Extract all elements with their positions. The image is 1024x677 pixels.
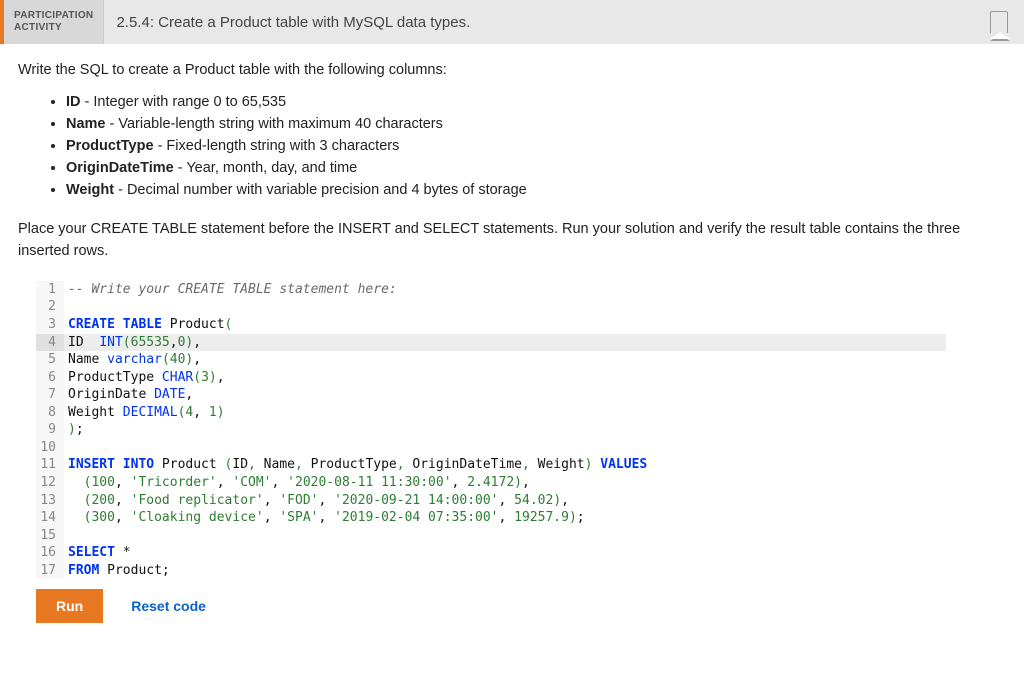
column-spec-list: ID - Integer with range 0 to 65,535 Name… bbox=[18, 94, 1006, 198]
code-content[interactable] bbox=[64, 527, 76, 545]
code-line[interactable]: 7OriginDate DATE, bbox=[36, 386, 946, 404]
code-line[interactable]: 17FROM Product; bbox=[36, 562, 946, 580]
code-content[interactable]: ProductType CHAR(3), bbox=[64, 369, 225, 387]
code-line[interactable]: 12 (100, 'Tricorder', 'COM', '2020-08-11… bbox=[36, 474, 946, 492]
code-content[interactable]: (200, 'Food replicator', 'FOD', '2020-09… bbox=[64, 492, 569, 510]
code-content[interactable]: (100, 'Tricorder', 'COM', '2020-08-11 11… bbox=[64, 474, 530, 492]
bookmark-icon bbox=[990, 11, 1008, 33]
line-number: 12 bbox=[36, 474, 64, 492]
run-button[interactable]: Run bbox=[36, 589, 103, 623]
list-item: Name - Variable-length string with maxim… bbox=[66, 116, 1006, 132]
line-number: 6 bbox=[36, 369, 64, 387]
line-number: 7 bbox=[36, 386, 64, 404]
line-number: 1 bbox=[36, 281, 64, 299]
code-line[interactable]: 14 (300, 'Cloaking device', 'SPA', '2019… bbox=[36, 509, 946, 527]
action-bar: Run Reset code bbox=[36, 589, 1006, 623]
line-number: 16 bbox=[36, 544, 64, 562]
list-item: Weight - Decimal number with variable pr… bbox=[66, 182, 1006, 198]
activity-title: 2.5.4: Create a Product table with MySQL… bbox=[104, 0, 974, 44]
line-number: 3 bbox=[36, 316, 64, 334]
code-line[interactable]: 16SELECT * bbox=[36, 544, 946, 562]
bookmark-button[interactable] bbox=[974, 0, 1024, 44]
code-editor[interactable]: 1-- Write your CREATE TABLE statement he… bbox=[36, 281, 946, 579]
code-content[interactable]: CREATE TABLE Product( bbox=[64, 316, 232, 334]
line-number: 13 bbox=[36, 492, 64, 510]
code-line[interactable]: 3CREATE TABLE Product( bbox=[36, 316, 946, 334]
code-content[interactable]: FROM Product; bbox=[64, 562, 170, 580]
code-content[interactable]: INSERT INTO Product (ID, Name, ProductTy… bbox=[64, 456, 647, 474]
code-content[interactable]: ID INT(65535,0), bbox=[64, 334, 201, 352]
badge-line2: ACTIVITY bbox=[14, 22, 93, 34]
code-content[interactable] bbox=[64, 439, 76, 457]
activity-content: Write the SQL to create a Product table … bbox=[0, 44, 1024, 641]
line-number: 2 bbox=[36, 298, 64, 316]
line-number: 14 bbox=[36, 509, 64, 527]
line-number: 9 bbox=[36, 421, 64, 439]
list-item: ID - Integer with range 0 to 65,535 bbox=[66, 94, 1006, 110]
code-content[interactable]: Name varchar(40), bbox=[64, 351, 201, 369]
code-line[interactable]: 6ProductType CHAR(3), bbox=[36, 369, 946, 387]
code-line[interactable]: 10 bbox=[36, 439, 946, 457]
activity-badge: PARTICIPATION ACTIVITY bbox=[4, 0, 104, 44]
code-content[interactable]: OriginDate DATE, bbox=[64, 386, 193, 404]
code-line[interactable]: 4ID INT(65535,0), bbox=[36, 334, 946, 352]
code-line[interactable]: 8Weight DECIMAL(4, 1) bbox=[36, 404, 946, 422]
code-line[interactable]: 11INSERT INTO Product (ID, Name, Product… bbox=[36, 456, 946, 474]
line-number: 17 bbox=[36, 562, 64, 580]
code-content[interactable]: ); bbox=[64, 421, 84, 439]
line-number: 5 bbox=[36, 351, 64, 369]
reset-code-link[interactable]: Reset code bbox=[131, 598, 206, 614]
code-line[interactable]: 9); bbox=[36, 421, 946, 439]
code-line[interactable]: 13 (200, 'Food replicator', 'FOD', '2020… bbox=[36, 492, 946, 510]
line-number: 15 bbox=[36, 527, 64, 545]
code-line[interactable]: 2 bbox=[36, 298, 946, 316]
prompt-explain: Place your CREATE TABLE statement before… bbox=[18, 218, 1006, 263]
line-number: 8 bbox=[36, 404, 64, 422]
code-content[interactable]: Weight DECIMAL(4, 1) bbox=[64, 404, 225, 422]
activity-header: PARTICIPATION ACTIVITY 2.5.4: Create a P… bbox=[0, 0, 1024, 44]
code-content[interactable]: SELECT * bbox=[64, 544, 131, 562]
code-content[interactable]: -- Write your CREATE TABLE statement her… bbox=[64, 281, 397, 299]
code-content[interactable]: (300, 'Cloaking device', 'SPA', '2019-02… bbox=[64, 509, 585, 527]
line-number: 10 bbox=[36, 439, 64, 457]
line-number: 4 bbox=[36, 334, 64, 352]
code-line[interactable]: 15 bbox=[36, 527, 946, 545]
list-item: ProductType - Fixed-length string with 3… bbox=[66, 138, 1006, 154]
badge-line1: PARTICIPATION bbox=[14, 10, 93, 22]
code-line[interactable]: 1-- Write your CREATE TABLE statement he… bbox=[36, 281, 946, 299]
list-item: OriginDateTime - Year, month, day, and t… bbox=[66, 160, 1006, 176]
prompt-intro: Write the SQL to create a Product table … bbox=[18, 62, 1006, 78]
line-number: 11 bbox=[36, 456, 64, 474]
code-line[interactable]: 5Name varchar(40), bbox=[36, 351, 946, 369]
code-content[interactable] bbox=[64, 298, 76, 316]
